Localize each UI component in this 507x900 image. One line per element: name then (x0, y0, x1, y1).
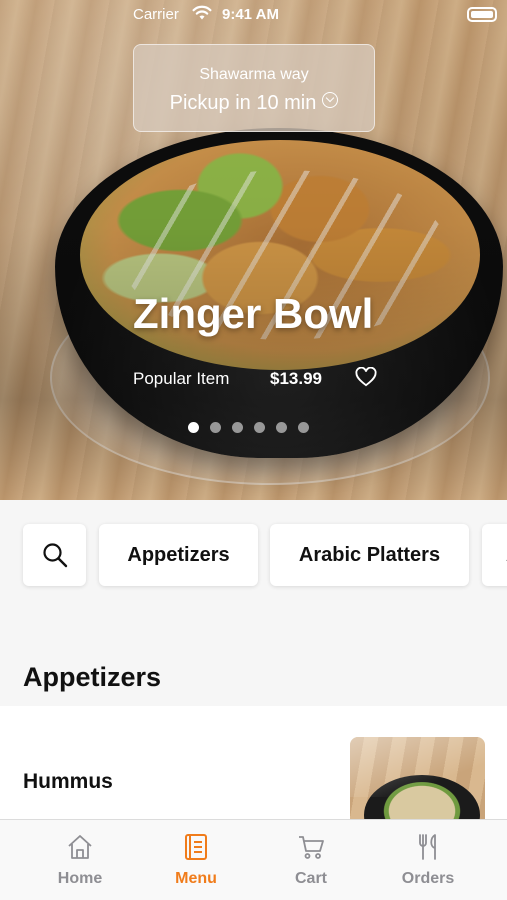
pickup-selector[interactable]: Shawarma way Pickup in 10 min (133, 44, 375, 132)
heart-icon[interactable] (355, 367, 377, 387)
hero-title: Zinger Bowl (133, 290, 374, 337)
hero-meta: Popular Item $13.99 (133, 367, 377, 389)
chevron-down-icon (322, 92, 339, 108)
status-bar: Carrier 9:41 AM (0, 0, 507, 32)
search-button[interactable] (23, 524, 86, 586)
menu-item-image (350, 737, 485, 819)
clock-time: 9:41 AM (222, 6, 279, 23)
menu-icon (185, 834, 207, 860)
section-title: Appetizers (23, 662, 162, 692)
category-chip-arabic-platters[interactable]: Arabic Platters (270, 524, 469, 586)
menu-list[interactable]: Hummus (0, 706, 507, 819)
section-header: Appetizers (0, 608, 507, 706)
carousel-dot[interactable] (298, 422, 309, 433)
tab-label: Cart (294, 870, 327, 887)
pickup-eta: Pickup in 10 min (134, 92, 374, 115)
tab-home[interactable]: Home (25, 832, 135, 892)
carousel-dot[interactable] (232, 422, 243, 433)
carrier-label: Carrier (133, 6, 179, 23)
store-name: Shawarma way (199, 66, 309, 83)
popular-tag: Popular Item (133, 369, 230, 388)
category-strip[interactable]: Appetizers Arabic Platters A (0, 500, 507, 608)
carousel-dot[interactable] (254, 422, 265, 433)
wifi-icon (192, 5, 212, 20)
search-icon (42, 543, 67, 568)
tab-orders[interactable]: Orders (373, 832, 483, 892)
tab-label: Home (57, 870, 103, 887)
carousel-dot[interactable] (210, 422, 221, 433)
tab-menu[interactable]: Menu (141, 832, 251, 892)
tab-label: Orders (401, 870, 455, 887)
tab-label: Menu (175, 870, 217, 887)
carousel-dot[interactable] (188, 422, 199, 433)
battery-icon (467, 7, 497, 22)
tab-cart[interactable]: Cart (256, 832, 366, 892)
category-chip-appetizers[interactable]: Appetizers (99, 524, 258, 586)
pickup-eta-label: Pickup in 10 min (169, 92, 317, 114)
category-chip-next[interactable]: A (482, 524, 507, 586)
home-icon (68, 835, 92, 859)
menu-item-name: Hummus (23, 770, 113, 793)
carousel-dot[interactable] (276, 422, 287, 433)
tab-bar[interactable]: Home Menu Cart Orders (0, 819, 507, 900)
fork-knife-icon (419, 834, 436, 860)
cart-icon (299, 836, 324, 859)
hero-price: $13.99 (270, 369, 322, 388)
